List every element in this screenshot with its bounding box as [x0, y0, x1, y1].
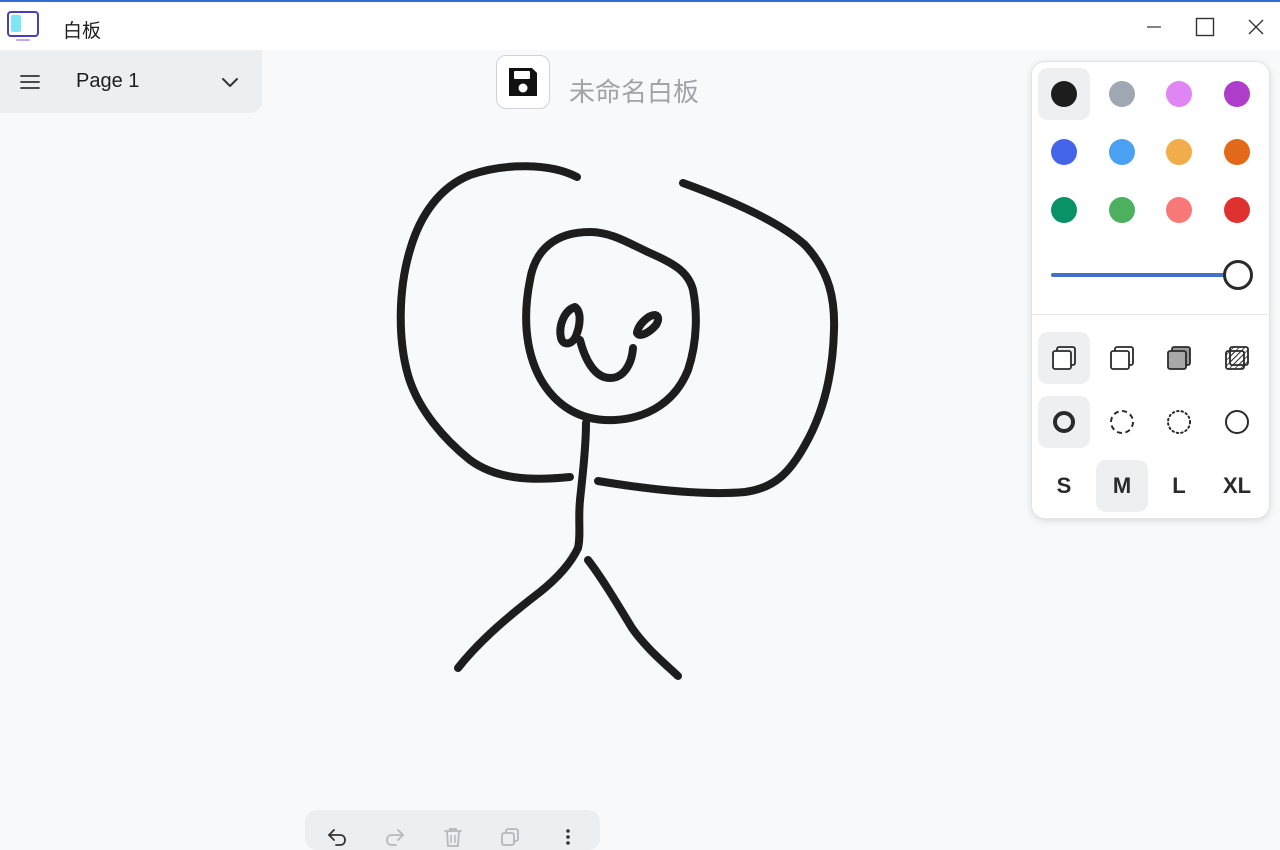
color-dot-orange	[1224, 139, 1250, 165]
color-swatch-blue[interactable]	[1038, 126, 1090, 178]
dash-draw-button[interactable]	[1038, 396, 1090, 448]
current-page-label[interactable]: Page 1	[76, 70, 139, 93]
opacity-slider[interactable]	[1051, 260, 1253, 290]
color-swatch-light-blue[interactable]	[1096, 126, 1148, 178]
color-dot-violet	[1224, 81, 1250, 107]
hamburger-menu-icon[interactable]	[17, 69, 43, 95]
color-dot-green	[1051, 197, 1077, 223]
right-arm-stroke	[594, 179, 839, 498]
color-swatch-orange[interactable]	[1211, 126, 1263, 178]
color-swatch-light-violet[interactable]	[1153, 68, 1205, 120]
head-stroke	[522, 228, 700, 425]
dash-dashed-icon	[1110, 410, 1134, 434]
size-s-button[interactable]: S	[1038, 460, 1090, 512]
fill-semi-icon	[1110, 346, 1134, 370]
duplicate-button[interactable]	[495, 826, 525, 850]
delete-button[interactable]	[438, 826, 468, 850]
right-leg-stroke	[584, 556, 682, 680]
floppy-disk-icon	[509, 68, 537, 96]
panel-divider	[1032, 314, 1269, 315]
redo-button[interactable]	[380, 826, 410, 850]
color-dot-light-blue	[1109, 139, 1135, 165]
size-m-button[interactable]: M	[1096, 460, 1148, 512]
color-dot-yellow	[1166, 139, 1192, 165]
chevron-down-icon[interactable]	[218, 70, 242, 94]
color-dot-black	[1051, 81, 1077, 107]
opacity-slider-track	[1051, 273, 1237, 277]
fill-none-icon	[1052, 346, 1076, 370]
dash-dotted-icon	[1167, 410, 1191, 434]
right-eye-stroke	[633, 311, 663, 339]
fill-pattern-icon	[1225, 346, 1249, 370]
style-panel: S M L XL	[1031, 61, 1270, 519]
mouth-stroke	[576, 336, 637, 382]
color-swatch-red[interactable]	[1211, 184, 1263, 236]
color-dot-light-green	[1109, 197, 1135, 223]
fill-solid-icon	[1167, 346, 1191, 370]
size-l-label: L	[1172, 473, 1186, 498]
duplicate-icon	[501, 828, 519, 846]
left-leg-stroke	[454, 544, 582, 672]
left-arm-stroke	[396, 162, 581, 483]
fill-none-button[interactable]	[1038, 332, 1090, 384]
more-button[interactable]	[553, 826, 583, 850]
color-dot-red	[1224, 197, 1250, 223]
color-swatch-light-red[interactable]	[1153, 184, 1205, 236]
save-button[interactable]	[496, 55, 550, 109]
size-xl-button[interactable]: XL	[1211, 460, 1263, 512]
size-s-label: S	[1056, 473, 1072, 498]
redo-icon	[386, 829, 404, 846]
dash-dashed-button[interactable]	[1096, 396, 1148, 448]
dash-solid-icon	[1225, 410, 1249, 434]
size-l-button[interactable]: L	[1153, 460, 1205, 512]
opacity-slider-thumb[interactable]	[1223, 260, 1253, 290]
color-swatch-violet[interactable]	[1211, 68, 1263, 120]
size-m-label: M	[1112, 473, 1132, 498]
undo-button[interactable]	[322, 826, 352, 850]
color-swatch-green[interactable]	[1038, 184, 1090, 236]
dash-solid-button[interactable]	[1211, 396, 1263, 448]
dash-dotted-button[interactable]	[1153, 396, 1205, 448]
body-stroke	[574, 419, 590, 552]
undo-icon	[328, 829, 346, 846]
dash-draw-icon	[1053, 411, 1075, 433]
color-swatch-light-green[interactable]	[1096, 184, 1148, 236]
color-dot-grey	[1109, 81, 1135, 107]
delete-icon	[444, 828, 462, 847]
board-name[interactable]: 未命名白板	[569, 72, 699, 109]
size-xl-label: XL	[1222, 473, 1252, 498]
color-swatch-black[interactable]	[1038, 68, 1090, 120]
fill-solid-button[interactable]	[1153, 332, 1205, 384]
color-swatch-yellow[interactable]	[1153, 126, 1205, 178]
bottom-toolbar	[305, 810, 600, 850]
color-dot-light-red	[1166, 197, 1192, 223]
page-menu: Page 1	[0, 50, 262, 113]
fill-semi-button[interactable]	[1096, 332, 1148, 384]
color-dot-blue	[1051, 139, 1077, 165]
color-swatch-grey[interactable]	[1096, 68, 1148, 120]
fill-pattern-button[interactable]	[1211, 332, 1263, 384]
more-icon	[566, 829, 570, 845]
color-dot-light-violet	[1166, 81, 1192, 107]
